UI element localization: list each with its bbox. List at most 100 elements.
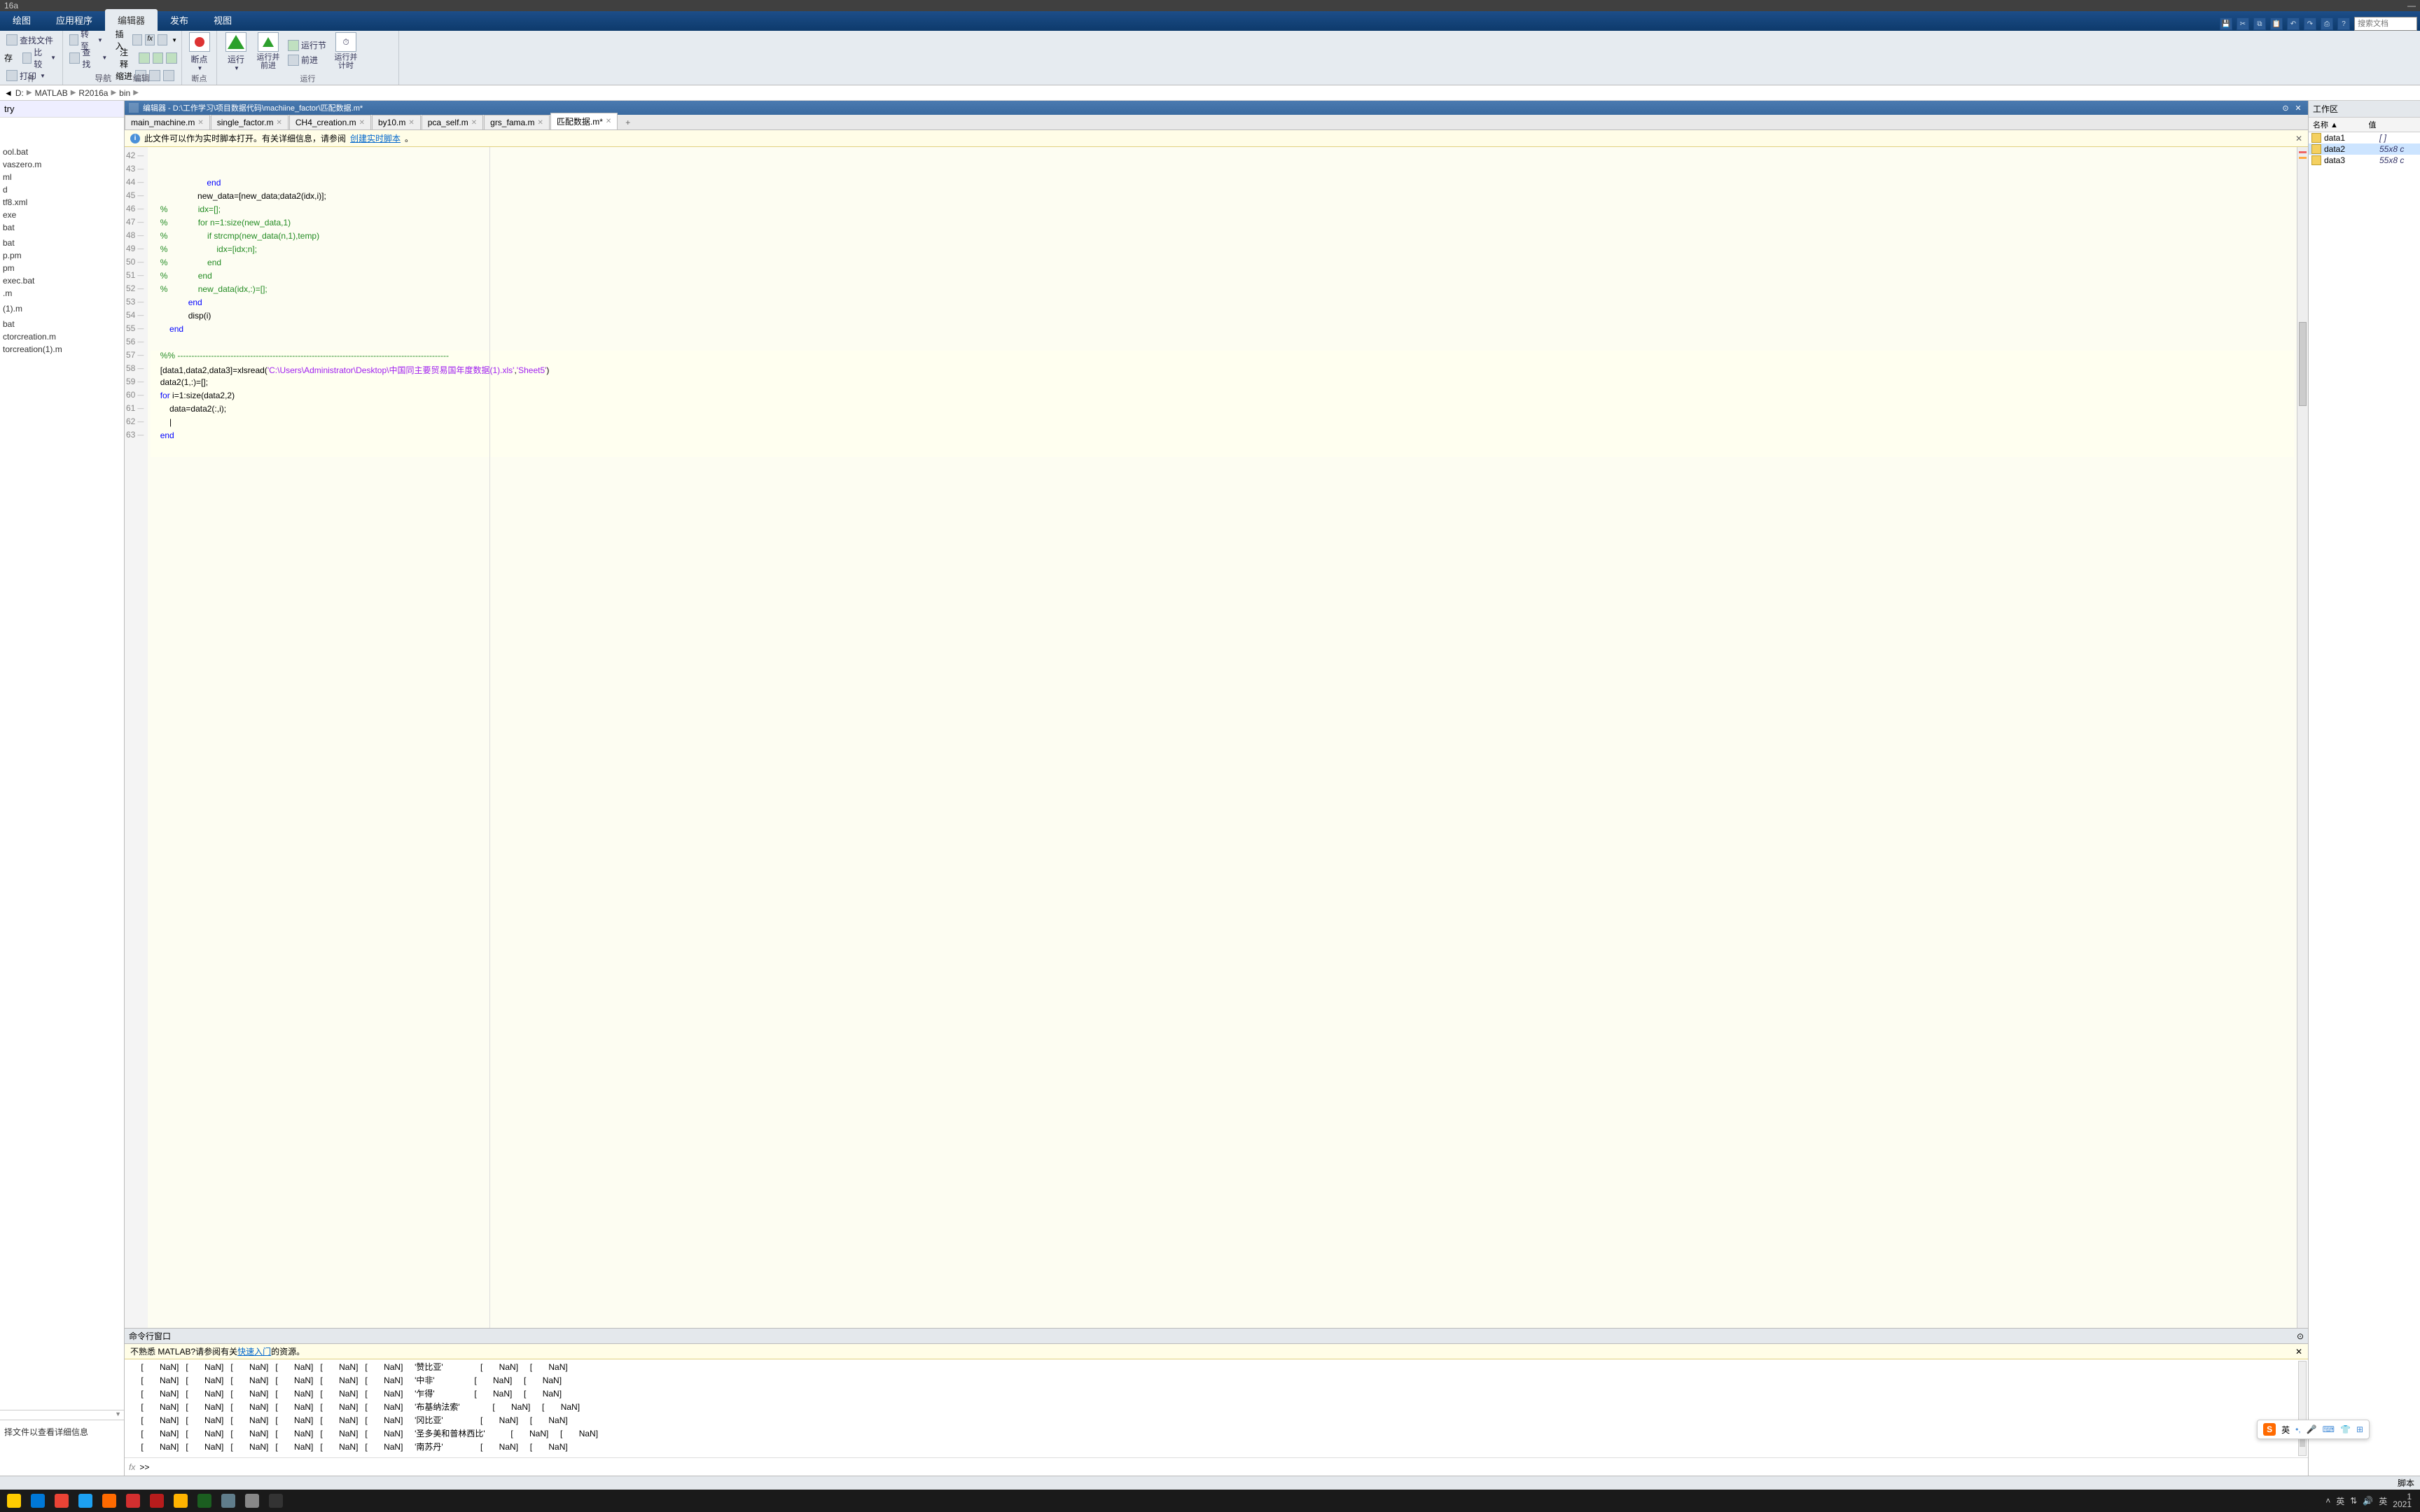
list-item[interactable]: exec.bat <box>0 274 124 287</box>
ime-mic-icon[interactable]: 🎤 <box>2307 1424 2317 1434</box>
scroll-thumb[interactable] <box>2299 322 2307 406</box>
tab-view[interactable]: 视图 <box>201 9 244 31</box>
breakpoint-button[interactable]: 断点▼ <box>185 32 214 71</box>
code-line[interactable]: disp(i) <box>151 311 2294 324</box>
path-drive[interactable]: D: <box>15 88 24 98</box>
tab-publish[interactable]: 发布 <box>158 9 201 31</box>
list-item[interactable]: ool.bat <box>0 146 124 158</box>
code-line[interactable]: % if strcmp(new_data(n,1),temp) <box>151 231 2294 244</box>
workspace-var[interactable]: data355x8 c <box>2309 155 2420 166</box>
code-line[interactable] <box>151 337 2294 351</box>
runadvance-button[interactable]: 运行并 前进 <box>253 32 283 73</box>
insert-icon3[interactable] <box>158 34 167 46</box>
tray-chevron-icon[interactable]: ˄ <box>2325 1496 2330 1506</box>
path-matlab[interactable]: MATLAB <box>35 88 68 98</box>
tray-wifi-icon[interactable]: ⇅ <box>2350 1496 2357 1506</box>
code-text[interactable]: end new_data=[new_data;data2(idx,i)]; % … <box>148 147 2297 1328</box>
taskbar-app[interactable] <box>98 1491 120 1511</box>
code-line[interactable]: new_data=[new_data;data2(idx,i)]; <box>151 191 2294 204</box>
file-tab[interactable]: CH4_creation.m✕ <box>289 115 371 130</box>
close-icon[interactable]: ✕ <box>606 118 611 125</box>
close-icon[interactable]: ✕ <box>471 119 477 127</box>
comment-icon3[interactable] <box>166 52 177 64</box>
close-icon[interactable]: ✕ <box>359 119 365 127</box>
add-tab-button[interactable]: + <box>618 115 637 130</box>
taskbar-app[interactable] <box>74 1491 97 1511</box>
cmd-scrollbar[interactable] <box>2298 1361 2307 1456</box>
ime-lang[interactable]: 英 <box>2281 1424 2290 1436</box>
editor-dropdown-icon[interactable]: ⊙ <box>2280 102 2291 113</box>
code-line[interactable]: data2(1,:)=[]; <box>151 377 2294 391</box>
code-line[interactable]: [data1,data2,data3]=xlsread('C:\Users\Ad… <box>151 364 2294 377</box>
list-item[interactable]: .m <box>0 287 124 300</box>
qa-undo-icon[interactable]: ↶ <box>2287 18 2300 30</box>
file-tab[interactable]: grs_fama.m✕ <box>484 115 550 130</box>
qa-help-icon[interactable]: ? <box>2337 18 2350 30</box>
workspace-var[interactable]: data255x8 c <box>2309 144 2420 155</box>
search-input[interactable] <box>2354 17 2417 31</box>
file-tab[interactable]: pca_self.m✕ <box>422 115 483 130</box>
code-line[interactable]: % end <box>151 271 2294 284</box>
list-item[interactable]: (1).m <box>0 302 124 315</box>
ime-bar[interactable]: S 英 •, 🎤 ⌨ 👕 ⊞ <box>2257 1420 2370 1439</box>
taskbar-app[interactable] <box>241 1491 263 1511</box>
info-link[interactable]: 创建实时脚本 <box>350 132 401 144</box>
comment-icon2[interactable] <box>153 52 164 64</box>
list-item[interactable]: p.pm <box>0 249 124 262</box>
code-line[interactable]: % for n=1:size(new_data,1) <box>151 218 2294 231</box>
taskbar-app[interactable] <box>169 1491 192 1511</box>
info-close-icon[interactable]: ✕ <box>2295 134 2302 144</box>
list-item[interactable]: ctorcreation.m <box>0 330 124 343</box>
compare-button[interactable]: 比较▼ <box>20 46 58 71</box>
code-scrollbar[interactable] <box>2297 147 2308 1328</box>
tray-ime[interactable]: 英 <box>2336 1495 2344 1507</box>
ime-keyboard-icon[interactable]: ⌨ <box>2323 1424 2335 1434</box>
list-item[interactable]: ml <box>0 171 124 183</box>
code-line[interactable] <box>151 457 2294 470</box>
taskbar-app[interactable] <box>146 1491 168 1511</box>
qa-cut-icon[interactable]: ✂ <box>2237 18 2249 30</box>
list-item[interactable]: pm <box>0 262 124 274</box>
command-output[interactable]: [ NaN] [ NaN] [ NaN] [ NaN] [ NaN] [ NaN… <box>125 1359 2308 1457</box>
command-window-dropdown-icon[interactable]: ⊙ <box>2297 1331 2304 1341</box>
close-icon[interactable]: ✕ <box>197 119 203 127</box>
code-editor[interactable]: 42 —43 —44 —45 —46 —47 —48 —49 —50 —51 —… <box>125 147 2308 1328</box>
file-tab[interactable]: single_factor.m✕ <box>211 115 288 130</box>
taskbar-app[interactable] <box>3 1491 25 1511</box>
taskbar-app[interactable] <box>27 1491 49 1511</box>
qa-copy-icon[interactable]: ⧉ <box>2253 18 2266 30</box>
close-icon[interactable]: ✕ <box>408 119 414 127</box>
editor-close-icon[interactable]: ✕ <box>2293 102 2304 113</box>
tab-editor[interactable]: 编辑器 <box>105 9 158 31</box>
code-line[interactable] <box>151 444 2294 457</box>
find-button[interactable]: 查找▼ <box>67 46 109 71</box>
file-tab[interactable]: by10.m✕ <box>372 115 421 130</box>
run-button[interactable]: 运行▼ <box>221 32 251 73</box>
code-line[interactable]: data=data2(:,i); <box>151 404 2294 417</box>
fx-icon[interactable]: fx <box>145 34 155 46</box>
code-line[interactable]: % new_data(idx,:)=[]; <box>151 284 2294 298</box>
code-line[interactable]: %% -------------------------------------… <box>151 351 2294 364</box>
list-item[interactable]: torcreation(1).m <box>0 343 124 356</box>
runsection-button[interactable]: 运行节 <box>286 38 328 52</box>
list-item[interactable]: exe <box>0 209 124 221</box>
list-item[interactable]: bat <box>0 221 124 234</box>
code-line[interactable]: end <box>151 430 2294 444</box>
qa-redo-icon[interactable]: ↷ <box>2304 18 2316 30</box>
qa-paste-icon[interactable]: 📋 <box>2270 18 2283 30</box>
ime-skin-icon[interactable]: 👕 <box>2340 1424 2351 1434</box>
comment-icon1[interactable] <box>139 52 150 64</box>
fx-icon[interactable]: fx <box>129 1462 135 1472</box>
close-icon[interactable]: ✕ <box>276 119 281 127</box>
ime-menu-icon[interactable]: ⊞ <box>2356 1424 2363 1434</box>
tray-lang[interactable]: 英 <box>2379 1495 2387 1507</box>
taskbar-app[interactable] <box>50 1491 73 1511</box>
code-line[interactable]: % end <box>151 258 2294 271</box>
tab-plot[interactable]: 绘图 <box>0 9 43 31</box>
cmd-help-link[interactable]: 快速入门 <box>237 1345 271 1357</box>
file-list[interactable]: ool.batvaszero.mmldtf8.xmlexebatbatp.pmp… <box>0 118 124 1410</box>
list-item[interactable]: bat <box>0 237 124 249</box>
file-tab[interactable]: 匹配数据.m*✕ <box>550 113 618 130</box>
workspace-col-name[interactable]: 名称 ▲ <box>2309 118 2365 132</box>
list-item[interactable]: d <box>0 183 124 196</box>
